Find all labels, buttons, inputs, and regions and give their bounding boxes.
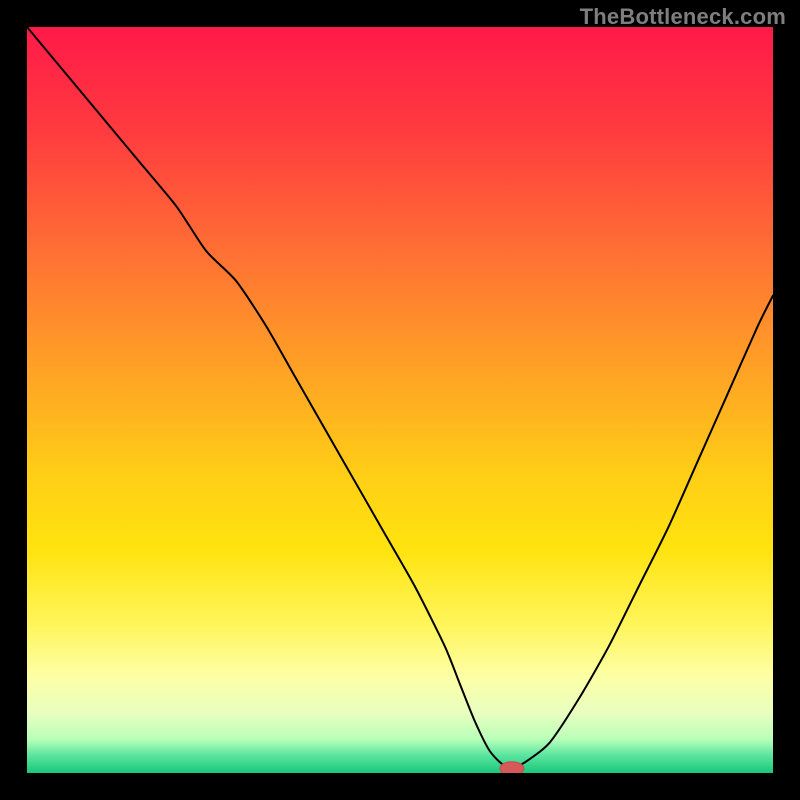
optimum-marker [500,762,524,773]
gradient-background [27,27,773,773]
chart-frame: TheBottleneck.com [0,0,800,800]
bottleneck-chart [27,27,773,773]
